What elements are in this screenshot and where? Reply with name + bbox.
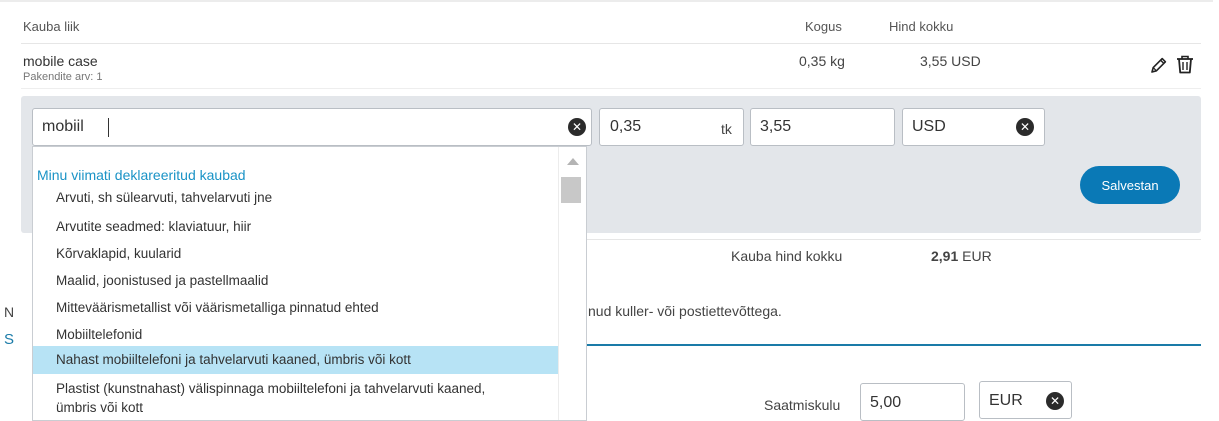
item-divider xyxy=(21,88,1201,89)
goods-search-value: mobiil xyxy=(42,118,84,135)
dropdown-item[interactable]: Arvuti, sh sülearvuti, tahvelarvuti jne xyxy=(33,188,559,207)
dropdown-item-highlighted[interactable]: Nahast mobiiltelefoni ja tahvelarvuti ka… xyxy=(33,346,559,374)
save-button[interactable]: Salvestan xyxy=(1080,166,1180,204)
item-name: mobile case xyxy=(23,53,98,69)
shipping-currency-select[interactable]: EUR ✕ xyxy=(979,381,1072,419)
summary-divider xyxy=(587,239,1201,240)
dropdown-item[interactable]: Kõrvaklapid, kuularid xyxy=(33,244,559,263)
pencil-icon[interactable] xyxy=(1149,55,1169,75)
item-price: 3,55 USD xyxy=(920,53,981,69)
shipping-cost-field[interactable]: 5,00 xyxy=(860,383,965,421)
section-underline xyxy=(587,344,1201,346)
dropdown-item[interactable]: Arvutite seadmed: klaviatuur, hiir xyxy=(33,217,559,236)
summary-value: 2,91 EUR xyxy=(931,248,992,264)
item-qty: 0,35 kg xyxy=(799,53,845,69)
text-cursor xyxy=(108,118,109,137)
dropdown-item-continuation[interactable]: ümbris või kott xyxy=(33,398,559,417)
dropdown-heading: Minu viimati deklareeritud kaubad xyxy=(37,167,246,183)
shipping-cost-value: 5,00 xyxy=(870,394,902,411)
autocomplete-dropdown: Minu viimati deklareeritud kaubad Arvuti… xyxy=(32,146,587,421)
summary-amount: 2,91 xyxy=(931,248,959,264)
dropdown-item[interactable]: Maalid, joonistused ja pastellmaalid xyxy=(33,271,559,290)
quantity-field[interactable]: 0,35 tk xyxy=(599,108,744,146)
price-field[interactable]: 3,55 xyxy=(750,108,895,146)
dropdown-item[interactable]: Mobiiltelefonid xyxy=(33,325,559,344)
scroll-up-arrow-icon[interactable] xyxy=(567,158,579,165)
price-value: 3,55 xyxy=(760,118,792,135)
goods-search-input[interactable]: mobiil ✕ xyxy=(32,108,592,146)
header-kogus: Kogus xyxy=(805,19,842,34)
scroll-thumb[interactable] xyxy=(561,177,581,203)
clear-x-icon[interactable]: ✕ xyxy=(568,118,586,136)
dropdown-scrollbar[interactable] xyxy=(558,147,586,420)
summary-currency: EUR xyxy=(962,248,992,264)
dropdown-item[interactable]: Plastist (kunstnahast) välispinnaga mobi… xyxy=(33,379,559,398)
header-divider xyxy=(21,43,1201,44)
trash-icon[interactable] xyxy=(1174,53,1196,75)
clear-x-icon[interactable]: ✕ xyxy=(1046,392,1064,410)
quantity-value: 0,35 xyxy=(610,118,642,135)
item-packages: Pakendite arv: 1 xyxy=(23,71,103,83)
hidden-text-n: N xyxy=(4,304,15,320)
header-hind-kokku: Hind kokku xyxy=(889,19,954,34)
hidden-heading-s: S xyxy=(4,331,15,348)
top-border xyxy=(0,0,1213,2)
dropdown-item[interactable]: Mitteväärismetallist või väärismetalliga… xyxy=(33,298,559,317)
shipping-currency-value: EUR xyxy=(989,392,1023,409)
courier-info-text: nud kuller- või postiettevõttega. xyxy=(588,303,782,319)
currency-value: USD xyxy=(912,118,946,135)
header-kauba-liik: Kauba liik xyxy=(23,19,80,34)
currency-select[interactable]: USD ✕ xyxy=(902,108,1045,146)
quantity-unit: tk xyxy=(721,121,732,137)
clear-x-icon[interactable]: ✕ xyxy=(1016,118,1034,136)
shipping-label: Saatmiskulu xyxy=(764,397,841,413)
summary-label: Kauba hind kokku xyxy=(731,248,843,264)
